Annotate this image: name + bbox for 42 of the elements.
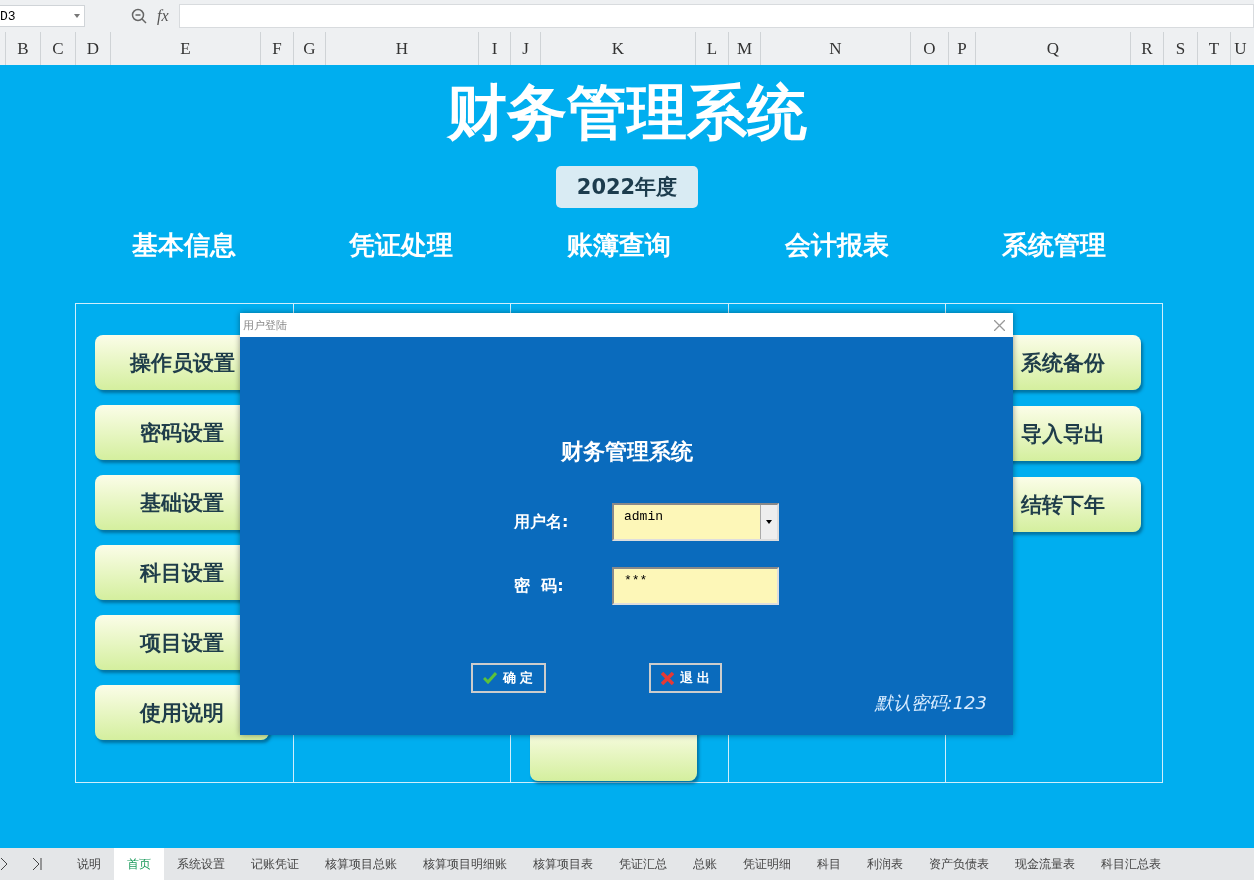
sheet-tab[interactable]: 现金流量表 xyxy=(1002,848,1088,880)
sheet-tab[interactable]: 利润表 xyxy=(854,848,916,880)
sheet-tab[interactable]: 说明 xyxy=(64,848,114,880)
sheet-tab[interactable]: 核算项目明细账 xyxy=(410,848,520,880)
sheet-tab[interactable]: 记账凭证 xyxy=(238,848,312,880)
next-icon[interactable] xyxy=(0,857,8,871)
zoom-icon[interactable] xyxy=(131,8,147,24)
page-title: 财务管理系统 xyxy=(447,76,807,149)
last-icon[interactable] xyxy=(32,857,42,871)
close-icon[interactable] xyxy=(994,319,1005,331)
sheet-tab[interactable]: 核算项目总账 xyxy=(312,848,410,880)
section-heading: 基本信息 xyxy=(130,229,237,262)
formula-input[interactable] xyxy=(178,4,1254,28)
dialog-title: 用户登陆 xyxy=(243,317,287,333)
sheet-tab[interactable]: 科目汇总表 xyxy=(1088,848,1174,880)
sheet-tab[interactable]: 科目 xyxy=(804,848,854,880)
name-box[interactable]: D3 xyxy=(0,5,85,27)
sheet-tab[interactable]: 总账 xyxy=(680,848,730,880)
sheet-tab[interactable]: 凭证汇总 xyxy=(606,848,680,880)
dialog-heading: 财务管理系统 xyxy=(560,438,693,466)
section-heading: 会计报表 xyxy=(783,229,890,262)
year-badge: 2022年度 xyxy=(556,166,698,208)
sheet-tab[interactable]: 首页 xyxy=(114,848,164,880)
username-dropdown[interactable]: admin xyxy=(612,503,779,541)
exit-button[interactable]: 退 出 xyxy=(648,663,723,693)
dropdown-icon xyxy=(74,14,80,18)
fx-label: fx xyxy=(157,7,169,25)
field-label: 密 码: xyxy=(514,575,565,597)
cross-icon xyxy=(660,671,674,685)
section-heading: 系统管理 xyxy=(1001,229,1108,262)
dropdown-icon[interactable] xyxy=(766,520,772,524)
check-icon xyxy=(482,672,497,684)
sheet-tab[interactable]: 核算项目表 xyxy=(520,848,606,880)
password-field[interactable]: *** xyxy=(612,567,779,605)
ok-button[interactable]: 确 定 xyxy=(470,663,546,693)
section-heading: 账簿查询 xyxy=(566,229,672,262)
sheet-tab[interactable]: 资产负债表 xyxy=(916,848,1002,880)
sheet-tab[interactable]: 系统设置 xyxy=(164,848,238,880)
sheet-tab[interactable]: 凭证明细 xyxy=(730,848,804,880)
default-password-hint: 默认密码:123 xyxy=(874,691,987,715)
section-heading: 凭证处理 xyxy=(348,229,455,262)
field-label: 用户名: xyxy=(514,511,570,533)
